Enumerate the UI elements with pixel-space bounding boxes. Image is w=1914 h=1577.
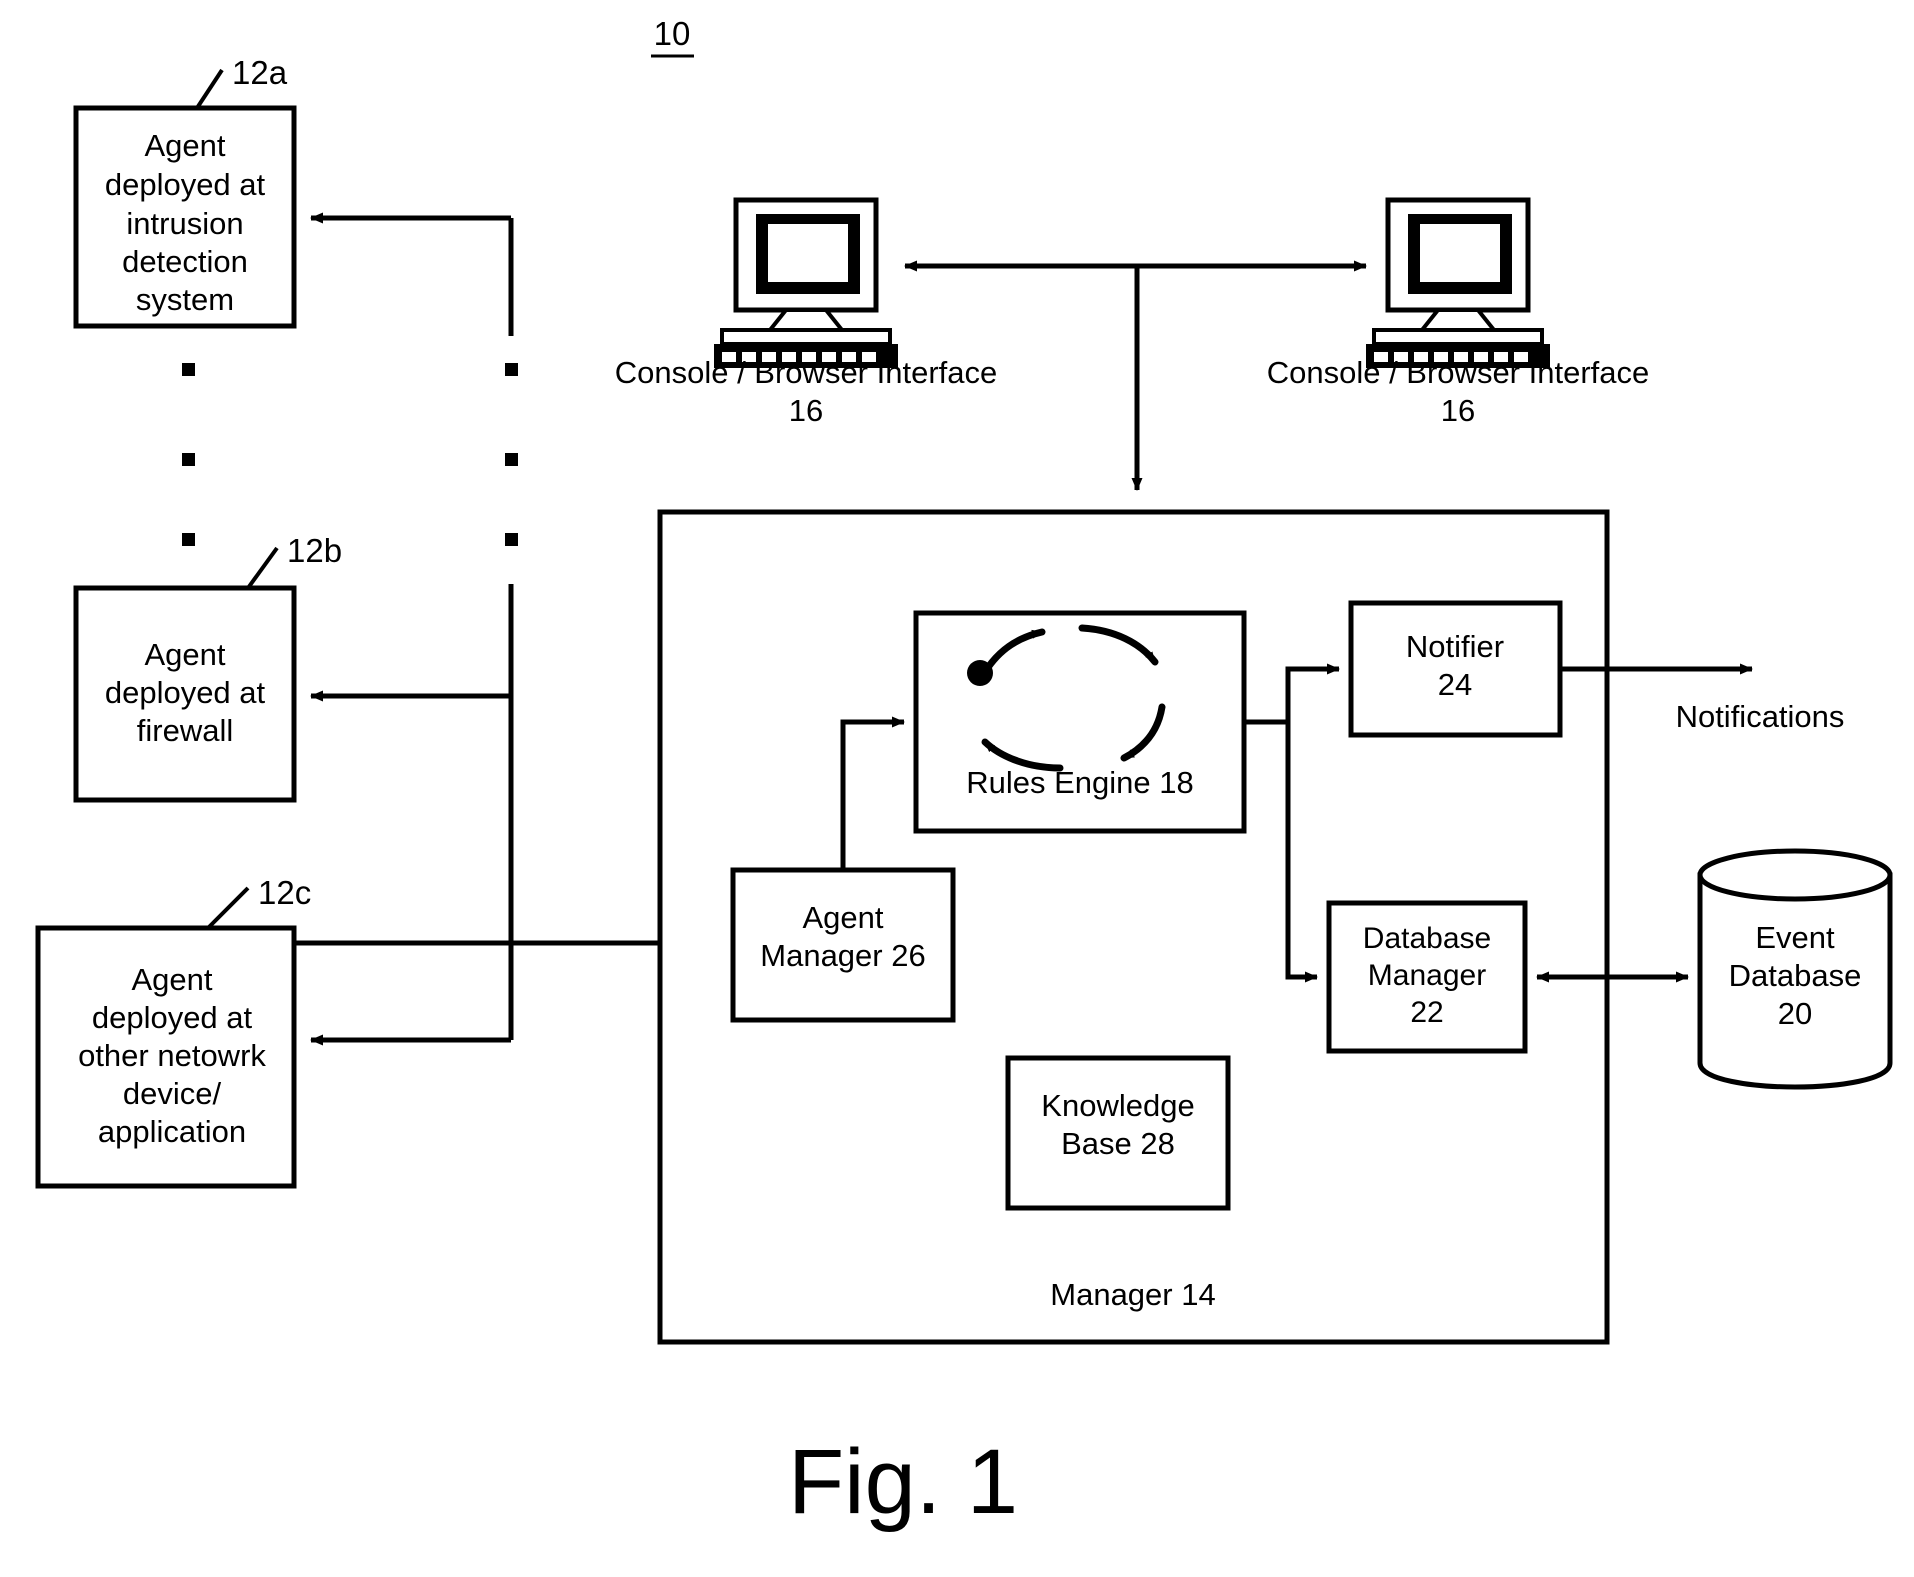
monitor-stand-icon [1417, 308, 1499, 332]
event-database-line-1: Event [1755, 920, 1835, 955]
agent-box-12a[interactable]: 12a Agent deployed at intrusion detectio… [73, 54, 297, 329]
event-database-cylinder[interactable]: Event Database 20 [1697, 848, 1893, 1090]
manager-14-label: Manager 14 [1050, 1277, 1215, 1312]
agent-12b-line-2: deployed at [105, 675, 266, 710]
knowledge-base-box[interactable]: Knowledge Base 28 [1005, 1055, 1231, 1211]
agent-manager-line-2: Manager 26 [760, 938, 925, 973]
figure-caption: Fig. 1 [788, 1431, 1018, 1533]
leader-line-12a [195, 68, 224, 110]
knowledge-base-line-2: Base 28 [1061, 1126, 1175, 1161]
leader-line-12c [206, 886, 250, 930]
notifications-label: Notifications [1676, 699, 1845, 734]
ref-label-12a: 12a [232, 54, 288, 91]
agent-12a-line-2: deployed at [105, 167, 266, 202]
database-manager-line-2: Manager [1368, 959, 1486, 992]
console-interface-1[interactable]: Console / Browser Interface 16 [615, 197, 998, 428]
monitor-screen-icon [768, 224, 848, 282]
monitor-stand-icon [765, 308, 847, 332]
ref-label-12c: 12c [258, 874, 311, 911]
knowledge-base-line-1: Knowledge [1041, 1088, 1194, 1123]
agent-12c-line-4: device/ [123, 1076, 222, 1111]
ellipsis-dots-bus [505, 363, 518, 546]
agent-box-12b[interactable]: 12b Agent deployed at firewall [73, 532, 342, 803]
database-manager-box[interactable]: Database Manager 22 [1326, 900, 1528, 1054]
event-database-line-3: 20 [1778, 996, 1812, 1031]
keyboard-body-icon [720, 328, 892, 346]
patent-figure-1: 10 12a Agent deployed at intrusion detec… [0, 0, 1914, 1577]
ellipsis-dot [505, 363, 518, 376]
console-1-ref: 16 [789, 393, 823, 428]
rules-engine-box[interactable]: Rules Engine 18 [913, 610, 1247, 834]
agent-manager-box[interactable]: Agent Manager 26 [730, 867, 956, 1023]
agent-12a-line-5: system [136, 282, 234, 317]
agent-12c-line-3: other netowrk [78, 1038, 266, 1073]
leader-line-12b [246, 546, 279, 590]
rules-engine-label: Rules Engine 18 [966, 765, 1194, 800]
ellipsis-dot [505, 453, 518, 466]
console-2-ref: 16 [1441, 393, 1475, 428]
agent-12c-line-5: application [98, 1114, 246, 1149]
notifier-line-1: Notifier [1406, 629, 1504, 664]
agent-box-12c[interactable]: 12c Agent deployed at other netowrk devi… [35, 874, 311, 1189]
figure-number-text: 10 [654, 15, 691, 52]
console-1-label: Console / Browser Interface [615, 355, 998, 390]
monitor-screen-icon [1420, 224, 1500, 282]
database-manager-line-3: 22 [1410, 996, 1443, 1029]
database-cylinder-top-icon [1697, 848, 1893, 902]
ellipsis-dots-left [182, 363, 195, 546]
agent-12c-line-2: deployed at [92, 1000, 253, 1035]
agent-bus-connectors [294, 212, 712, 1046]
notifier-box[interactable]: Notifier 24 [1348, 600, 1563, 738]
notifier-line-2: 24 [1438, 667, 1472, 702]
ref-label-12b: 12b [287, 532, 342, 569]
database-manager-line-1: Database [1363, 922, 1491, 955]
ellipsis-dot [182, 363, 195, 376]
console-interface-2[interactable]: Console / Browser Interface 16 [1267, 197, 1650, 428]
agent-manager-line-1: Agent [802, 900, 883, 935]
agent-12a-line-3: intrusion [126, 206, 243, 241]
keyboard-body-icon [1372, 328, 1544, 346]
agent-12b-line-1: Agent [144, 637, 225, 672]
agent-12a-line-4: detection [122, 244, 248, 279]
cycle-start-dot-icon [967, 660, 993, 686]
ellipsis-dot [182, 453, 195, 466]
diagram-canvas: 10 12a Agent deployed at intrusion detec… [35, 15, 1893, 1533]
agent-12a-line-1: Agent [144, 128, 225, 163]
event-database-line-2: Database [1729, 958, 1862, 993]
ellipsis-dot [182, 533, 195, 546]
agent-12b-line-3: firewall [137, 713, 233, 748]
figure-number: 10 [651, 15, 694, 58]
agent-12c-line-1: Agent [131, 962, 212, 997]
ellipsis-dot [505, 533, 518, 546]
console-2-label: Console / Browser Interface [1267, 355, 1650, 390]
